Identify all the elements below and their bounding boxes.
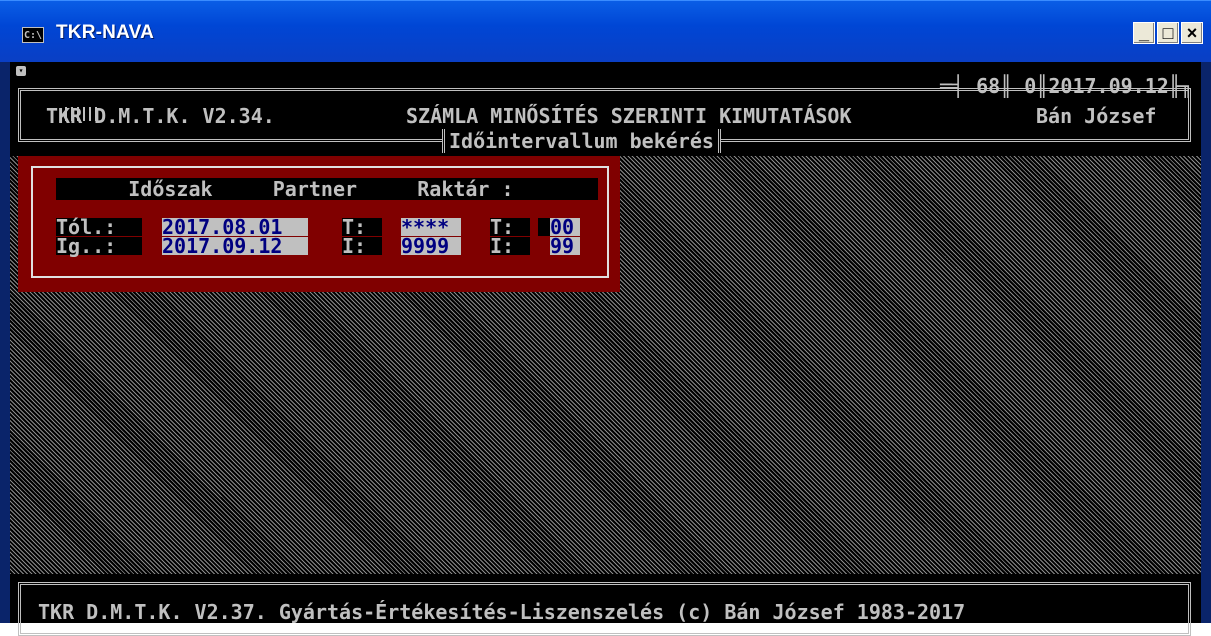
close-button[interactable]: × [1181,22,1203,44]
console-app-icon[interactable]: C:\ [22,27,44,43]
minimize-button[interactable]: _ [1133,22,1155,44]
title-bar[interactable]: C:\ TKR-NAVA _ □ × [0,0,1211,62]
screen-title: SZÁMLA MINŐSÍTÉS SZERINTI KIMUTATÁSOK [406,104,852,128]
system-menu-icon[interactable]: ▾ [16,66,26,76]
window-title: TKR-NAVA [56,22,154,43]
to-label: Ig..: [56,236,142,256]
maximize-button[interactable]: □ [1157,22,1179,44]
console-window: C:\ TKR-NAVA _ □ × ▾ ═╡ 68║ 0║2017.09.12… [0,0,1211,636]
app-version-label: TKR D.M.T.K. V2.34. [46,104,275,128]
user-name: Bán József [1036,104,1157,128]
date-to-field[interactable]: 2017.09.12 [162,236,308,256]
interval-dialog: Időszak Partner Raktár : Tól.: Ig..: 201… [18,156,620,292]
header-counters: ═╡ 68║ 0║2017.09.12╟╖ [940,74,1193,98]
screen-subtitle: Időintervallum bekérés [442,129,721,153]
store-to-label: I: [490,236,530,256]
footer-copyright: TKR D.M.T.K. V2.37. Gyártás-Értékesítés-… [38,600,966,624]
console-area[interactable]: ▾ ═╡ 68║ 0║2017.09.12╟╖ TKR D.M.T.K. V2.… [10,62,1201,636]
dialog-column-header: Időszak Partner Raktár : [56,178,598,200]
store-to-field[interactable]: 99 [550,236,580,256]
partner-to-field[interactable]: 9999 [401,236,461,256]
partner-to-label: I: [342,236,382,256]
